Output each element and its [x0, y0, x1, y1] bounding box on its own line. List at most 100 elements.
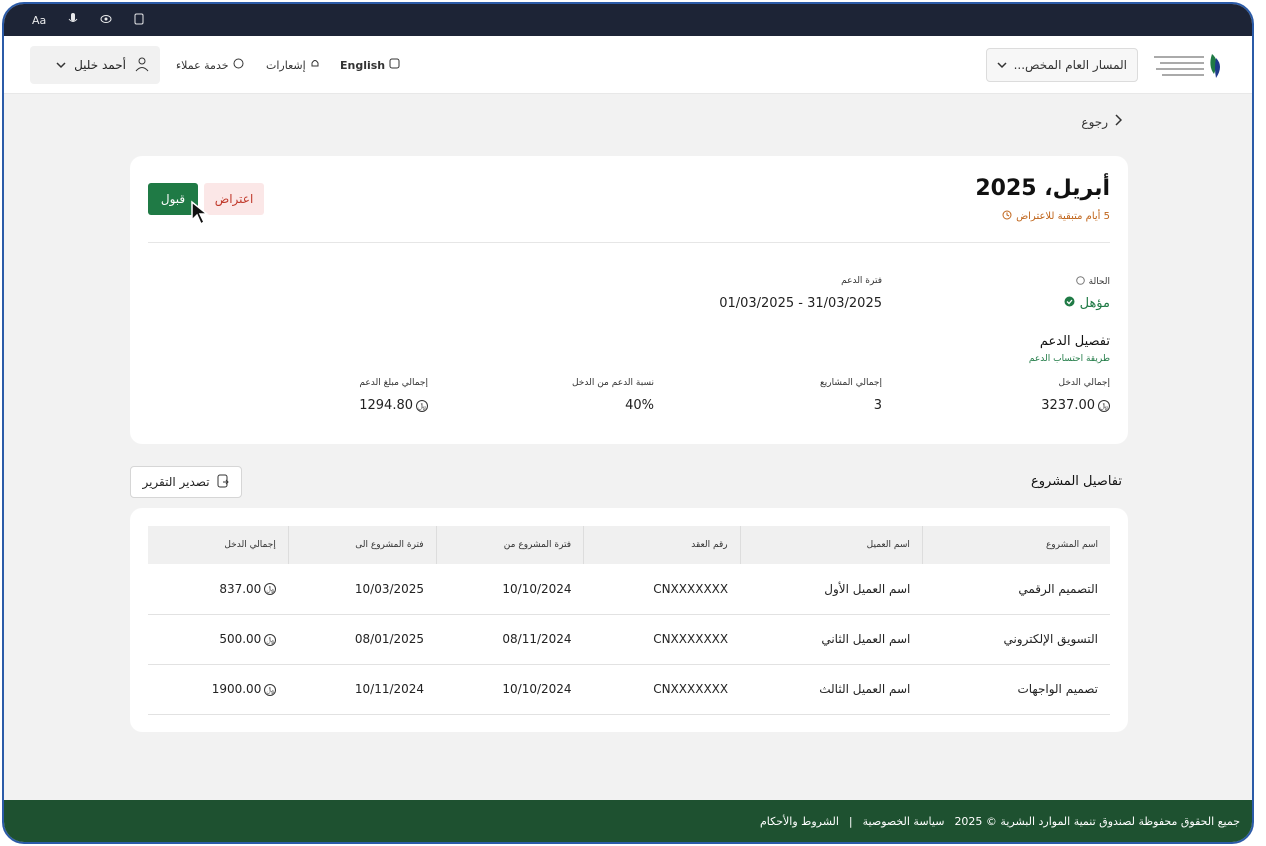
user-name: أحمد خليل — [74, 58, 126, 72]
total-income-label: إجمالي الدخل — [1058, 378, 1110, 388]
footer-copyright: جميع الحقوق محفوظة لصندوق تنمية الموارد … — [954, 814, 1240, 828]
projects-table-card: اسم المشروع اسم العميل رقم العقد فترة ال… — [130, 508, 1128, 732]
table-header-row: اسم المشروع اسم العميل رقم العقد فترة ال… — [148, 526, 1110, 564]
cell-client-name: اسم العميل الثالث — [740, 664, 923, 715]
language-toggle[interactable]: English — [340, 58, 400, 72]
footer: جميع الحقوق محفوظة لصندوق تنمية الموارد … — [4, 800, 1252, 842]
riyal-icon: ﷼ — [264, 583, 277, 596]
projects-table: اسم المشروع اسم العميل رقم العقد فترة ال… — [148, 526, 1110, 715]
riyal-icon: ﷼ — [264, 633, 277, 646]
cell-period-from: 08/11/2024 — [436, 614, 584, 665]
cell-contract-number: CNXXXXXXX — [583, 564, 741, 615]
user-icon — [134, 56, 150, 75]
cell-project-name: تصميم الواجهات — [922, 664, 1110, 715]
notifications-label: إشعارات — [266, 58, 306, 72]
col-total-income: إجمالي الدخل — [148, 526, 289, 564]
export-report-label: تصدير التقرير — [142, 475, 210, 489]
page-title: أبريل، 2025 — [975, 176, 1110, 201]
path-select-value: المسار العام المخص... — [1013, 58, 1127, 72]
support-icon — [233, 58, 244, 72]
cell-project-name: التسويق الإلكتروني — [922, 614, 1110, 665]
status-value: مؤهل — [1079, 296, 1110, 311]
table-row[interactable]: التسويق الإلكتروني اسم العميل الثاني CNX… — [148, 614, 1110, 665]
total-projects-value: 3 — [873, 398, 882, 413]
cell-total-income: ﷼837.00 — [148, 564, 289, 615]
income-value: 1900.00 — [211, 682, 262, 696]
days-left-text: 5 أيام متبقية للاعتراض — [1016, 211, 1110, 222]
user-menu-button[interactable]: أحمد خليل — [30, 46, 160, 84]
total-projects-label: إجمالي المشاريع — [820, 378, 882, 388]
hrdf-logo — [1150, 48, 1226, 82]
status-label: الحالة — [1088, 277, 1110, 287]
translate-icon — [389, 58, 400, 72]
cell-contract-number: CNXXXXXXX — [583, 614, 741, 665]
cell-period-to: 10/03/2025 — [288, 564, 437, 615]
col-period-to: فترة المشروع الى — [287, 526, 437, 564]
back-label: رجوع — [1081, 114, 1108, 129]
export-report-button[interactable]: تصدير التقرير — [130, 466, 242, 498]
col-contract-number: رقم العقد — [583, 526, 741, 564]
total-income-value: 3237.00 — [1041, 398, 1095, 413]
cell-client-name: اسم العميل الأول — [740, 564, 923, 615]
app-window: Aa أحمد خليل خدمة عملاء إشعارات English … — [2, 2, 1254, 844]
back-link[interactable]: رجوع — [1081, 114, 1123, 129]
project-details-title: تفاصيل المشروع — [1031, 474, 1122, 489]
riyal-icon: ﷼ — [264, 683, 277, 696]
income-value: 500.00 — [219, 632, 262, 646]
top-header: أحمد خليل خدمة عملاء إشعارات English الم… — [4, 36, 1252, 94]
support-summary-card: أبريل، 2025 5 أيام متبقية للاعتراض قبول … — [130, 156, 1128, 444]
cell-project-name: التصميم الرقمي — [922, 564, 1110, 615]
support-details-title: تفصيل الدعم — [1039, 334, 1110, 349]
cell-total-income: ﷼1900.00 — [148, 664, 289, 715]
footer-separator: | — [848, 814, 853, 828]
cell-contract-number: CNXXXXXXX — [583, 664, 741, 715]
clock-icon — [1002, 210, 1012, 223]
notifications-link[interactable]: إشعارات — [266, 58, 320, 72]
period-value: 01/03/2025 - 31/03/2025 — [719, 296, 882, 311]
cell-period-to: 08/01/2025 — [288, 614, 437, 665]
table-row[interactable]: تصميم الواجهات اسم العميل الثالث CNXXXXX… — [148, 664, 1110, 715]
calc-method-link[interactable]: طريقة احتساب الدعم — [1029, 354, 1110, 364]
support-ratio-label: نسبة الدعم من الدخل — [571, 378, 654, 388]
object-button[interactable]: اعتراض — [204, 183, 264, 215]
support-ratio-value: 40% — [625, 398, 654, 413]
status-label-group: الحالة — [1075, 276, 1110, 288]
cell-client-name: اسم العميل الثاني — [740, 614, 923, 665]
table-row[interactable]: التصميم الرقمي اسم العميل الأول CNXXXXXX… — [148, 564, 1110, 615]
total-support-value: 1294.80 — [359, 398, 413, 413]
cell-period-to: 10/11/2024 — [288, 664, 437, 715]
export-icon — [216, 474, 230, 491]
total-support-label: إجمالي مبلغ الدعم — [359, 378, 428, 388]
divider — [148, 242, 1110, 243]
riyal-icon: ﷼ — [1098, 399, 1110, 412]
customer-service-label: خدمة عملاء — [176, 58, 229, 72]
check-circle-icon — [1064, 296, 1075, 311]
col-project-name: اسم المشروع — [921, 526, 1110, 564]
microphone-icon[interactable] — [68, 12, 78, 28]
privacy-link[interactable]: سياسة الخصوصية — [863, 815, 945, 828]
customer-service-link[interactable]: خدمة عملاء — [176, 58, 244, 72]
chevron-down-icon — [997, 58, 1007, 72]
objection-deadline: 5 أيام متبقية للاعتراض — [1002, 210, 1110, 223]
cell-period-from: 10/10/2024 — [436, 564, 584, 615]
col-client-name: اسم العميل — [739, 526, 923, 564]
eye-icon[interactable] — [100, 14, 112, 27]
clipboard-icon[interactable] — [134, 13, 144, 28]
period-label: فترة الدعم — [841, 276, 882, 286]
riyal-icon: ﷼ — [416, 399, 428, 412]
status-value-group: مؤهل — [1064, 296, 1110, 311]
total-income-value-group: ﷼3237.00 — [1041, 398, 1110, 413]
col-period-from: فترة المشروع من — [435, 526, 584, 564]
path-select[interactable]: المسار العام المخص... — [986, 48, 1138, 82]
terms-link[interactable]: الشروط والأحكام — [760, 815, 839, 828]
text-size-icon[interactable]: Aa — [32, 14, 46, 27]
system-bar: Aa — [4, 4, 1252, 36]
info-icon — [1075, 276, 1085, 288]
language-label: English — [340, 58, 386, 72]
total-support-value-group: ﷼1294.80 — [359, 398, 428, 413]
income-value: 837.00 — [219, 581, 262, 596]
cell-total-income: ﷼500.00 — [148, 614, 289, 665]
mouse-cursor-icon — [190, 200, 212, 228]
chevron-down-icon — [56, 58, 66, 72]
bell-icon — [310, 58, 320, 72]
